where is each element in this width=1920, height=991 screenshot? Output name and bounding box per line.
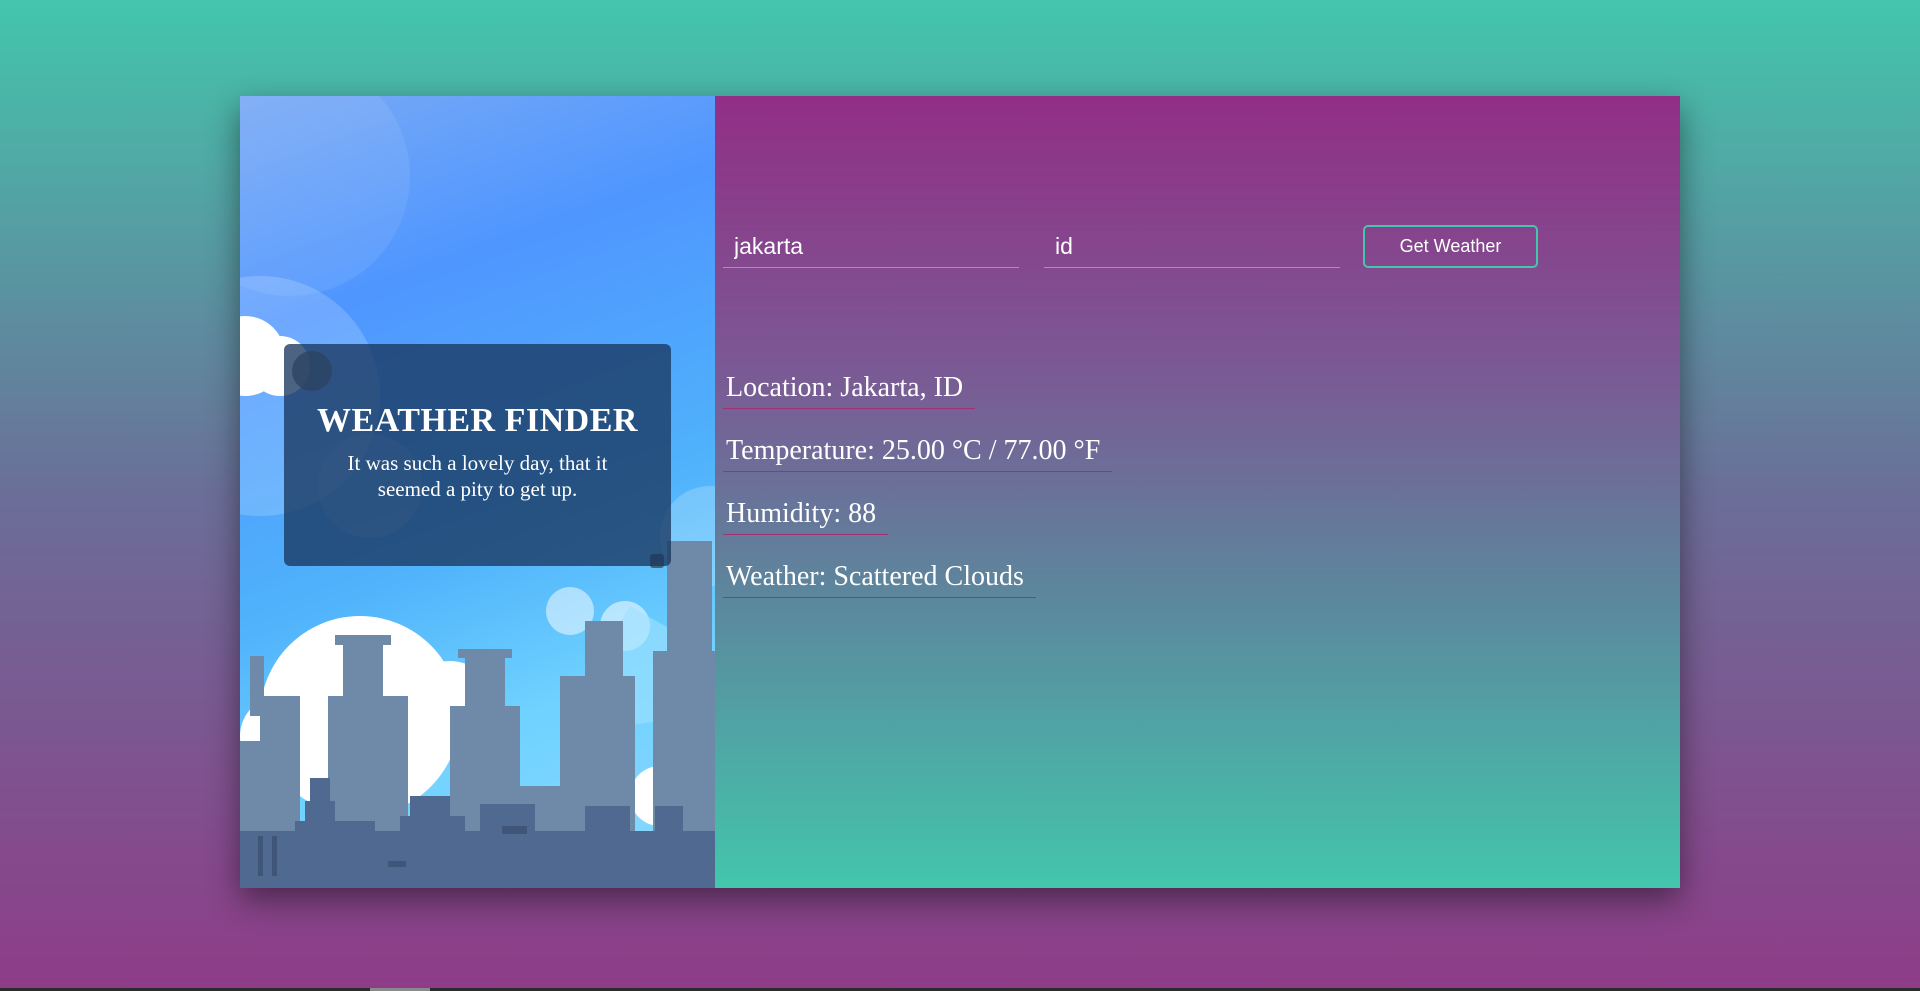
country-input[interactable] xyxy=(1044,226,1340,268)
hero-panel: WEATHER FINDER It was such a lovely day,… xyxy=(240,96,715,888)
weather-panel: Get Weather Location: Jakarta, ID Temper… xyxy=(715,96,1680,888)
weather-result: Weather: Scattered Clouds xyxy=(723,557,1036,598)
app-subtitle: It was such a lovely day, that it seemed… xyxy=(347,451,608,501)
city-input[interactable] xyxy=(723,226,1019,268)
location-result: Location: Jakarta, ID xyxy=(723,368,976,409)
weather-app: WEATHER FINDER It was such a lovely day,… xyxy=(240,96,1680,888)
weather-results: Location: Jakarta, ID Temperature: 25.00… xyxy=(723,368,1113,620)
get-weather-button[interactable]: Get Weather xyxy=(1363,225,1538,268)
hero-card: WEATHER FINDER It was such a lovely day,… xyxy=(284,344,671,566)
humidity-result: Humidity: 88 xyxy=(723,494,889,535)
temperature-result: Temperature: 25.00 °C / 77.00 °F xyxy=(723,431,1113,472)
app-title: WEATHER FINDER xyxy=(317,402,638,439)
